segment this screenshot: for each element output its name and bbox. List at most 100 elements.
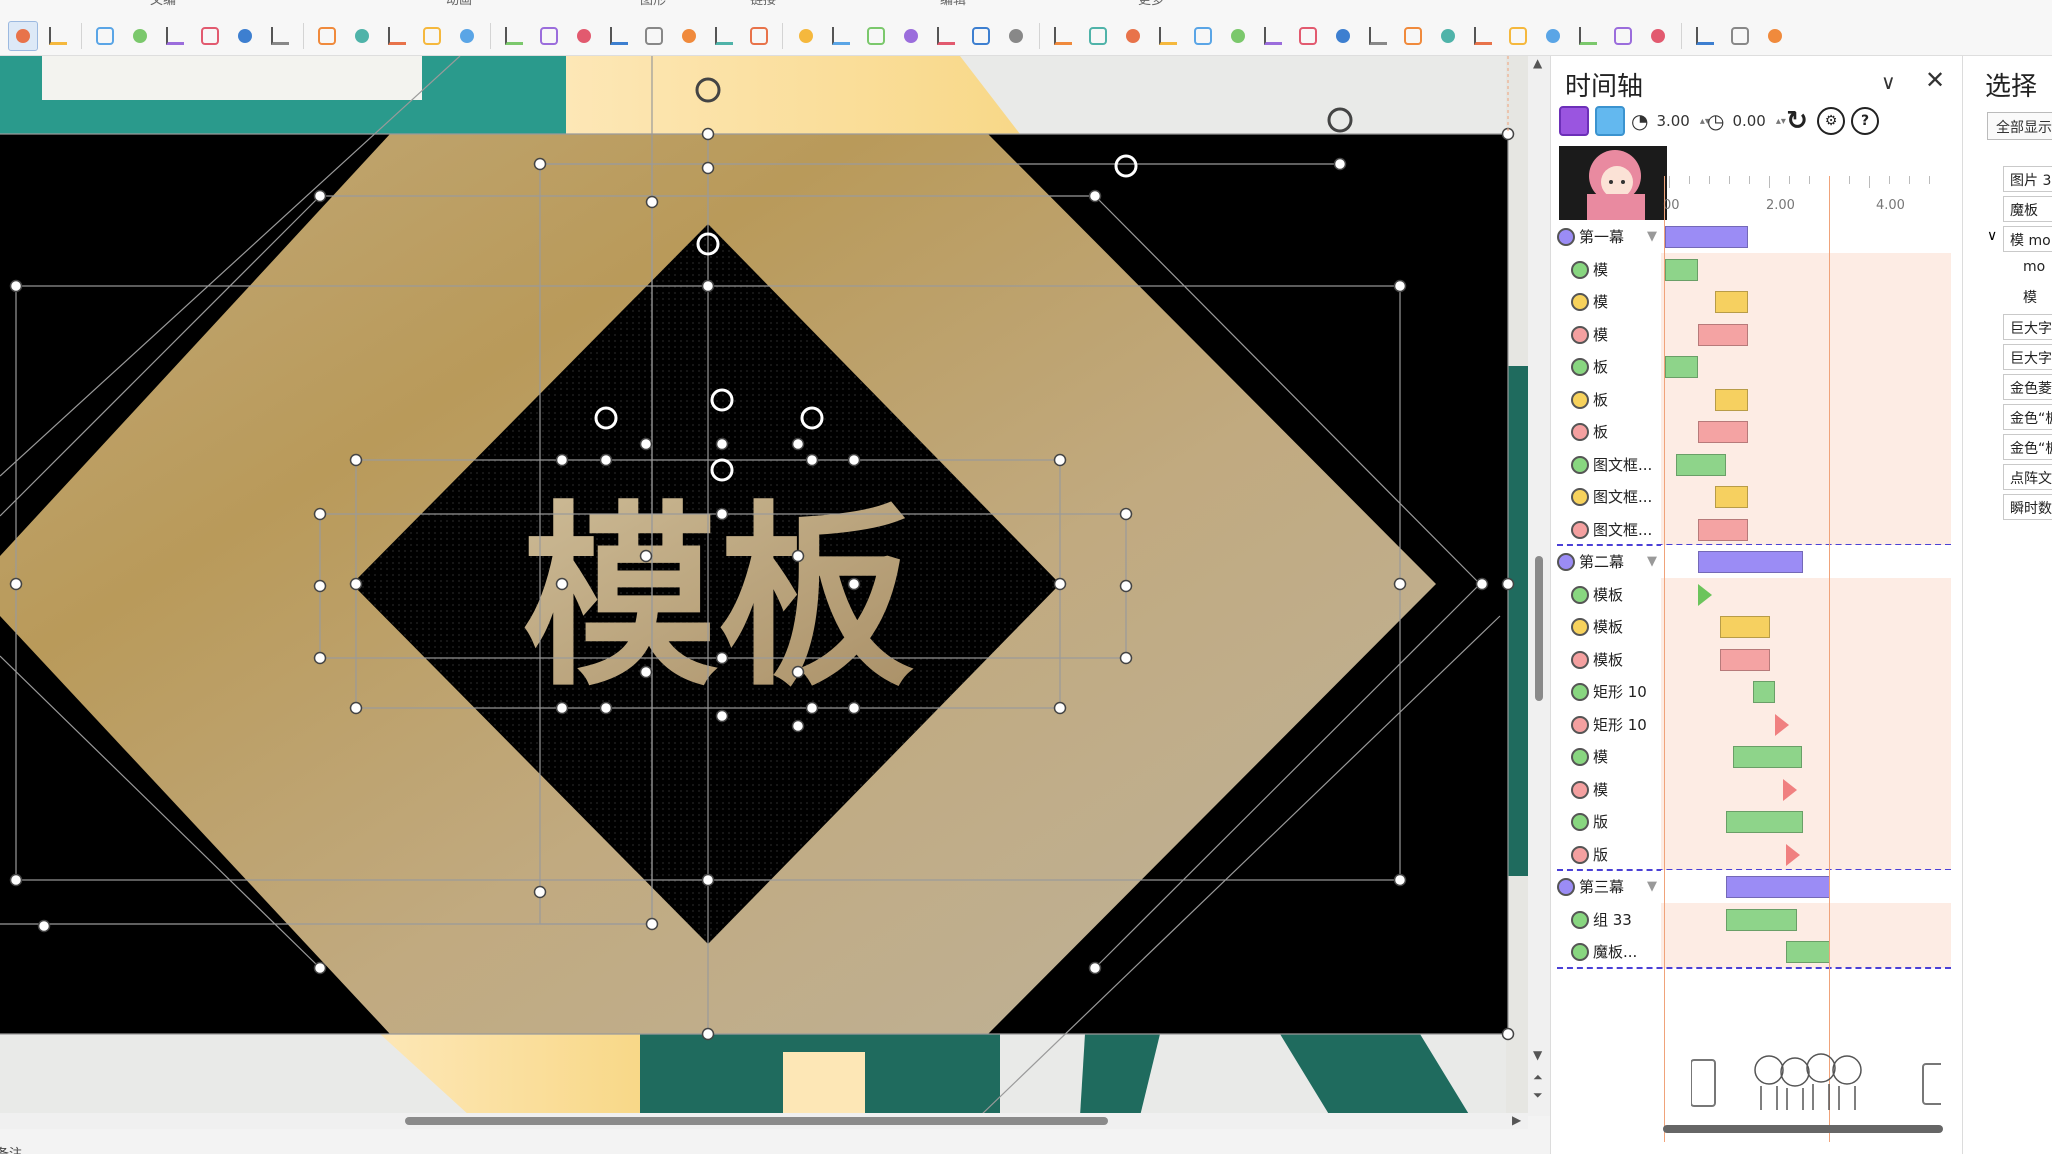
row-label[interactable]: 板 <box>1593 389 1608 410</box>
row-label[interactable]: 模板 <box>1593 616 1623 637</box>
shape-copy-button[interactable] <box>382 21 412 51</box>
timeline-hscroll[interactable] <box>1663 1125 1943 1133</box>
animation-type-dot[interactable] <box>1557 553 1575 571</box>
row-label[interactable]: 模 <box>1593 779 1608 800</box>
selection-item[interactable]: 金色菱 <box>2003 374 2052 400</box>
scroll-thumb[interactable] <box>405 1117 1108 1125</box>
timeline-row[interactable]: 图文框... <box>1551 447 1951 480</box>
timeline-row[interactable]: 版 <box>1551 805 1951 838</box>
animation-type-dot[interactable] <box>1571 650 1589 669</box>
row-label[interactable]: 版 <box>1593 844 1608 865</box>
align-green-button[interactable] <box>896 21 926 51</box>
animation-bar[interactable] <box>1714 291 1748 313</box>
preview-thumbnail[interactable] <box>1559 146 1667 220</box>
animation-bar[interactable] <box>1725 811 1803 833</box>
chevron-down-icon[interactable]: ▼ <box>1647 229 1657 244</box>
palette-button[interactable] <box>744 21 774 51</box>
chart-button[interactable] <box>1573 21 1603 51</box>
delay-stepper[interactable]: ◷ 0.00 ▴▾ <box>1707 107 1786 135</box>
animation-type-dot[interactable] <box>1571 293 1589 311</box>
select-cursor-button[interactable] <box>8 21 38 51</box>
scroll-page-down-icon[interactable]: ⏷ <box>1533 1088 1543 1103</box>
animation-type-dot[interactable] <box>1571 845 1589 864</box>
selection-item[interactable]: 模 <box>2017 284 2052 310</box>
animation-type-dot[interactable] <box>1571 910 1589 929</box>
animation-type-dot[interactable] <box>1571 455 1589 474</box>
timeline-row[interactable]: 魔板... <box>1551 935 1951 968</box>
timeline-row[interactable]: 矩形 10 <box>1551 707 1951 740</box>
timeline-ruler[interactable]: 00 2.00 4.00 <box>1663 176 1963 220</box>
selection-item[interactable]: 图片 3 <box>2003 166 2052 192</box>
selection-item[interactable]: 金色“板 <box>2003 404 2052 430</box>
selection-item[interactable]: 点阵文 <box>2003 464 2052 490</box>
scroll-down-icon[interactable]: ▼ <box>1533 1048 1542 1062</box>
timeline-row[interactable]: 模板 <box>1551 642 1951 675</box>
pattern-button[interactable] <box>604 21 634 51</box>
timeline-row[interactable]: 模 <box>1551 317 1951 350</box>
align-right-button[interactable] <box>1503 21 1533 51</box>
animation-type-dot[interactable] <box>1557 228 1575 246</box>
frame-button[interactable] <box>1001 21 1031 51</box>
animation-bar[interactable] <box>1698 551 1803 573</box>
crop-image-button[interactable] <box>826 21 856 51</box>
animation-type-dot[interactable] <box>1571 780 1589 799</box>
text-box-button[interactable] <box>312 21 342 51</box>
mode-purple-button[interactable] <box>1559 106 1589 136</box>
scroll-up-icon[interactable]: ▲ <box>1533 56 1542 70</box>
timeline-row[interactable]: 模 <box>1551 740 1951 773</box>
row-label[interactable]: 图文框... <box>1593 486 1652 507</box>
animation-type-dot[interactable] <box>1571 943 1589 961</box>
animation-type-dot[interactable] <box>1571 683 1589 701</box>
animation-type-dot[interactable] <box>1571 358 1589 376</box>
align-top-button[interactable] <box>1188 21 1218 51</box>
merge-shapes-button[interactable] <box>417 21 447 51</box>
row-label[interactable]: 第一幕 <box>1579 226 1624 247</box>
scroll-right-icon[interactable]: ▶ <box>1512 1113 1521 1127</box>
row-label[interactable]: 模板 <box>1593 584 1623 605</box>
brush-button[interactable] <box>499 21 529 51</box>
row-label[interactable]: 图文框... <box>1593 454 1652 475</box>
chevron-down-icon[interactable]: ∨ <box>1987 228 1997 244</box>
rotate-button[interactable] <box>1643 21 1673 51</box>
square-button[interactable] <box>1293 21 1323 51</box>
slide-title-text[interactable]: 模板 <box>522 485 914 713</box>
shape-insert-button[interactable] <box>347 21 377 51</box>
effects-star-button[interactable] <box>1048 21 1078 51</box>
timeline-row[interactable]: 板 <box>1551 350 1951 383</box>
row-label[interactable]: 模 <box>1593 259 1608 280</box>
row-label[interactable]: 模 <box>1593 291 1608 312</box>
selection-item[interactable]: mo <box>2017 256 2052 282</box>
selection-item[interactable]: 模 mo <box>2003 226 2052 252</box>
animation-type-dot[interactable] <box>1557 878 1575 896</box>
vertical-scrollbar[interactable]: ▲ ▼ ⏶ ⏷ <box>1528 56 1550 1116</box>
animation-bar[interactable] <box>1665 226 1748 248</box>
slide-canvas[interactable]: 模板 <box>0 56 1528 1121</box>
playhead-line[interactable] <box>1664 176 1665 1142</box>
distribute-button[interactable] <box>1258 21 1288 51</box>
star-button[interactable] <box>534 21 564 51</box>
animation-bar[interactable] <box>1786 941 1830 963</box>
help-icon[interactable]: ? <box>1851 107 1879 135</box>
timeline-scene-row[interactable]: 第一幕 ▼ <box>1551 220 1951 253</box>
moon-button[interactable] <box>674 21 704 51</box>
timeline-row[interactable]: 模板 <box>1551 610 1951 643</box>
align-h-button[interactable] <box>1328 21 1358 51</box>
show-all-button[interactable]: 全部显示 <box>1987 112 2052 140</box>
scroll-page-up-icon[interactable]: ⏶ <box>1533 1070 1543 1085</box>
green-frame-button[interactable] <box>931 21 961 51</box>
row-label[interactable]: 版 <box>1593 811 1608 832</box>
row-label[interactable]: 模 <box>1593 324 1608 345</box>
timeline-row[interactable]: 模 <box>1551 285 1951 318</box>
row-label[interactable]: 板 <box>1593 356 1608 377</box>
timeline-row[interactable]: 图文框... <box>1551 480 1951 513</box>
animation-bar[interactable] <box>1733 746 1803 768</box>
align-left-button[interactable] <box>1433 21 1463 51</box>
gradient-button[interactable] <box>709 21 739 51</box>
instant-trigger-icon[interactable] <box>1786 843 1800 866</box>
image-placeholder-button[interactable] <box>861 21 891 51</box>
animation-type-dot[interactable] <box>1571 390 1589 409</box>
layer-button[interactable] <box>569 21 599 51</box>
row-label[interactable]: 板 <box>1593 421 1608 442</box>
mode-blue-button[interactable] <box>1595 106 1625 136</box>
eraser-button[interactable] <box>43 21 73 51</box>
